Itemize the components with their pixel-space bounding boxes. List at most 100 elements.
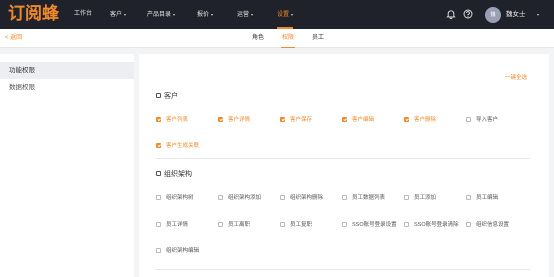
sub-header: < 返回 角色 权限 员工 [0,29,554,48]
checkbox-checked[interactable] [280,116,285,122]
checkbox-unchecked[interactable] [218,194,223,200]
help-circle-icon[interactable] [463,9,473,19]
permission-checkbox[interactable]: 员工离职 [218,221,250,229]
top-navigation-bar: 订阅蜂 工作台 客户 ▾ 产品目录 ▾ 报价 ▾ 运营 ▾ 设置 ▾ 魏 魏女士 ▾ [0,0,554,29]
permission-checkbox[interactable]: 客户编辑 [342,116,374,124]
permission-checkbox[interactable]: 组织架构编辑 [156,247,199,255]
select-all-link[interactable]: 一键全选 [505,73,527,81]
bell-icon[interactable] [446,9,456,19]
checkbox-checked[interactable] [156,142,161,148]
chevron-down-icon: ▾ [291,12,294,17]
nav-label: 运营 [237,12,250,18]
checkbox-unchecked[interactable] [156,194,161,200]
permission-label: 员工添加 [414,195,437,201]
nav-label: 工作台 [74,11,93,17]
permission-checkbox[interactable]: 导入客户 [466,116,498,124]
tab-permissions[interactable]: 权限 [280,29,296,48]
app-logo[interactable]: 订阅蜂 [8,4,59,24]
permission-checkbox[interactable]: SSO账号登录设置 [342,221,397,229]
checkbox-unchecked[interactable] [280,221,285,227]
checkbox-checked[interactable] [404,116,409,122]
checkbox-unchecked[interactable] [404,221,409,227]
chevron-down-icon: ▾ [124,12,127,17]
checkbox-unchecked[interactable] [156,221,161,227]
chevron-down-icon: ▾ [211,12,214,17]
nav-item-customers[interactable]: 客户 ▾ [110,0,126,29]
permission-type-sidebar: 功能权限 数据权限 [0,54,134,277]
permission-label: SSO账号登录设置 [352,222,397,228]
user-avatar[interactable]: 魏 [485,7,501,23]
nav-item-workbench[interactable]: 工作台 [74,0,92,29]
permissions-panel [139,54,549,277]
permission-label: 员工复职 [290,222,313,228]
nav-label: 设置 [277,12,290,18]
permission-checkbox[interactable]: 员工数据列表 [342,194,385,202]
checkbox-unchecked[interactable] [466,194,471,200]
permission-checkbox[interactable]: 组织架构删除 [280,194,323,202]
checkbox-unchecked[interactable] [156,247,161,253]
permission-checkbox[interactable]: 客户删除 [404,116,436,124]
permission-checkbox[interactable]: 员工复职 [280,221,312,229]
permission-checkbox[interactable]: 员工添加 [404,194,436,202]
nav-item-product-catalog[interactable]: 产品目录 ▾ [147,0,175,29]
back-link[interactable]: < 返回 [5,29,22,48]
user-name[interactable]: 魏女士 [506,0,526,29]
sidebar-item-data-permissions[interactable]: 数据权限 [0,79,134,96]
permission-checkbox[interactable]: 客户列表 [156,116,188,124]
section-divider [156,158,530,159]
checkbox-unchecked[interactable] [280,194,285,200]
permission-checkbox[interactable]: 组织信息设置 [466,221,509,229]
section-title: 客户 [164,93,178,100]
section-divider [156,269,530,270]
permission-label: SSO账号登录清除 [414,222,459,228]
permission-label: 导入客户 [476,117,499,123]
permission-label: 客户生成关联 [166,143,200,149]
checkbox-unchecked[interactable] [404,194,409,200]
nav-label: 报价 [197,12,210,18]
checkbox-unchecked[interactable] [466,116,471,122]
nav-item-quotes[interactable]: 报价 ▾ [197,0,213,29]
checkbox-unchecked[interactable] [218,221,223,227]
permission-label: 客户删除 [414,117,437,123]
permission-label: 客户列表 [166,117,189,123]
permission-label: 客户详情 [228,117,251,123]
permission-checkbox[interactable]: SSO账号登录清除 [404,221,459,229]
permission-checkbox[interactable]: 组织架构添加 [218,194,261,202]
nav-label: 产品目录 [147,12,172,18]
sidebar-item-function-permissions[interactable]: 功能权限 [0,62,134,79]
permission-label: 员工离职 [228,222,251,228]
permission-checkbox[interactable]: 客户保存 [280,116,312,124]
permission-label: 组织架构删除 [290,195,324,201]
section-header-customers[interactable]: 客户 [156,92,178,102]
tab-roles[interactable]: 角色 [252,29,264,48]
permission-label: 客户保存 [290,117,313,123]
chevron-down-icon: ▾ [173,12,176,17]
chevron-down-icon[interactable]: ▾ [537,0,539,29]
checkbox-unchecked[interactable] [342,194,347,200]
permission-checkbox[interactable]: 客户生成关联 [156,142,199,150]
permission-checkbox[interactable]: 组织架构树 [156,194,194,202]
checkbox-checked[interactable] [218,116,223,122]
chevron-down-icon: ▾ [251,12,254,17]
checkbox-unchecked[interactable] [466,221,471,227]
section-title: 组织架构 [164,171,192,178]
permission-checkbox[interactable]: 员工详情 [156,221,188,229]
section-checkbox[interactable] [156,171,161,176]
permission-label: 员工详情 [166,222,189,228]
permission-label: 组织架构添加 [228,195,262,201]
section-header-organization[interactable]: 组织架构 [156,170,192,180]
checkbox-unchecked[interactable] [342,221,347,227]
tab-employees[interactable]: 员工 [312,29,324,48]
permission-checkbox[interactable]: 客户详情 [218,116,250,124]
permission-label: 员工编辑 [476,195,499,201]
nav-item-settings[interactable]: 设置 ▾ [277,0,294,29]
nav-label: 客户 [110,12,123,18]
checkbox-checked[interactable] [342,116,347,122]
permission-checkbox[interactable]: 员工编辑 [466,194,498,202]
nav-item-operations[interactable]: 运营 ▾ [237,0,253,29]
checkbox-checked[interactable] [156,116,161,122]
permission-label: 组织架构编辑 [166,248,200,254]
permission-label: 组织架构树 [166,195,194,201]
permission-label: 组织信息设置 [476,222,510,228]
section-checkbox[interactable] [156,93,161,98]
